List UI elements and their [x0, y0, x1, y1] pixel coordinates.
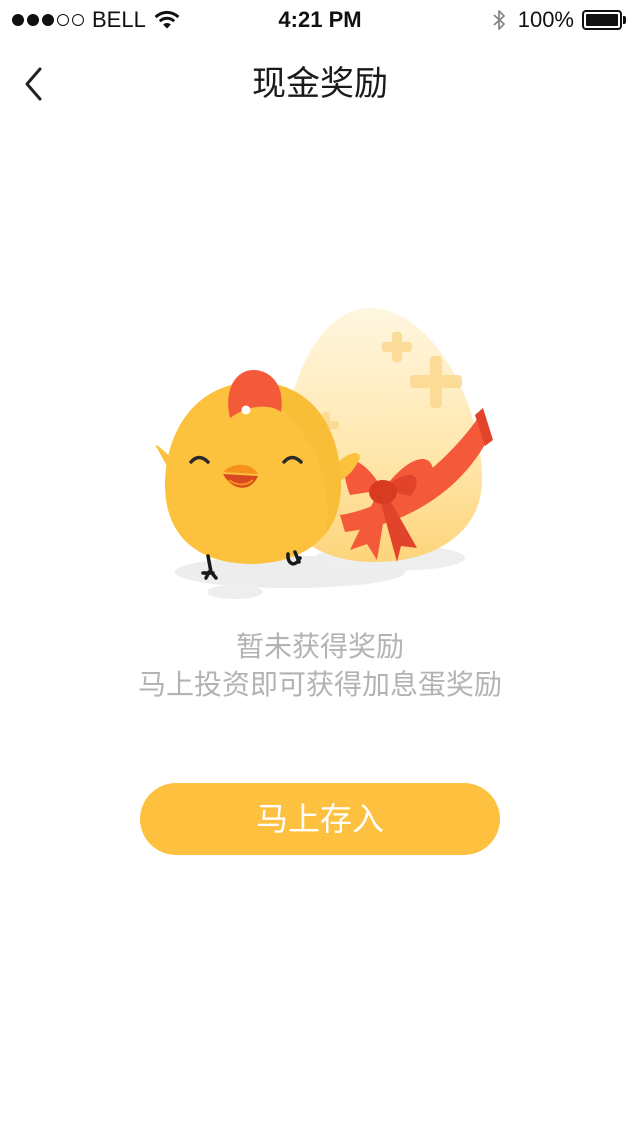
chick-egg-illustration	[155, 308, 493, 599]
nav-bar: 现金奖励	[0, 40, 640, 128]
empty-state-subtitle: 马上投资即可获得加息蛋奖励	[137, 668, 502, 701]
status-bar: BELL 4:21 PM 100%	[0, 0, 640, 40]
empty-state-title: 暂未获得奖励	[235, 630, 404, 663]
deposit-now-button[interactable]: 马上存入	[140, 783, 500, 855]
empty-state-message: 暂未获得奖励 马上投资即可获得加息蛋奖励	[0, 628, 640, 704]
bluetooth-icon	[493, 10, 505, 30]
battery-percentage: 100%	[517, 7, 574, 32]
battery-icon	[582, 10, 626, 30]
status-right: 100%	[492, 6, 626, 34]
page-title: 现金奖励	[252, 64, 388, 104]
